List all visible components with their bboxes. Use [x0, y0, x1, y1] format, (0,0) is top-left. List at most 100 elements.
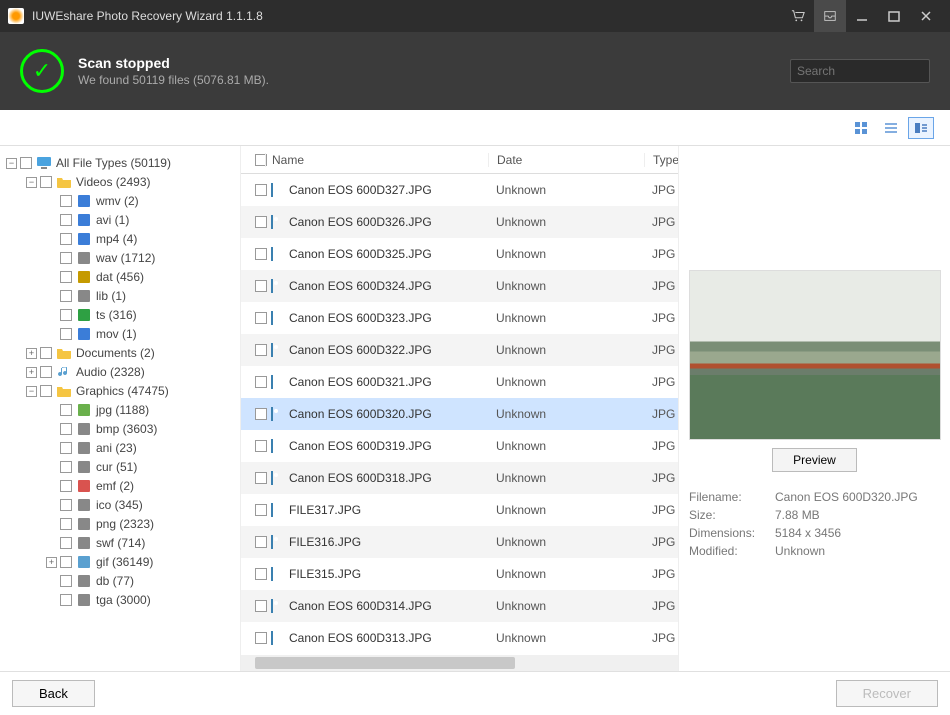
tree-checkbox[interactable] — [40, 385, 52, 397]
file-row[interactable]: Canon EOS 600D318.JPGUnknownJPG — [241, 462, 678, 494]
file-row[interactable]: Canon EOS 600D313.JPGUnknownJPG — [241, 622, 678, 654]
tree-toggle-icon[interactable]: − — [26, 177, 37, 188]
tree-node[interactable]: ts (316) — [4, 306, 236, 324]
tree-node[interactable]: swf (714) — [4, 534, 236, 552]
file-row[interactable]: Canon EOS 600D314.JPGUnknownJPG — [241, 590, 678, 622]
search-box[interactable] — [790, 59, 930, 83]
tree-node[interactable]: emf (2) — [4, 477, 236, 495]
tree-node[interactable]: +gif (36149) — [4, 553, 236, 571]
tree-checkbox[interactable] — [60, 461, 72, 473]
tree-checkbox[interactable] — [40, 347, 52, 359]
horizontal-scrollbar[interactable] — [241, 655, 678, 671]
file-row[interactable]: Canon EOS 600D327.JPGUnknownJPG — [241, 174, 678, 206]
tree-checkbox[interactable] — [60, 594, 72, 606]
col-name[interactable]: Name — [265, 153, 488, 167]
tree-icon — [76, 270, 92, 284]
view-grid-button[interactable] — [848, 117, 874, 139]
tree-checkbox[interactable] — [60, 290, 72, 302]
tree-node[interactable]: cur (51) — [4, 458, 236, 476]
tree-toggle-icon[interactable]: + — [26, 348, 37, 359]
tree-node[interactable]: tga (3000) — [4, 591, 236, 609]
tree-toggle-icon[interactable]: − — [6, 158, 17, 169]
tree-checkbox[interactable] — [60, 328, 72, 340]
file-name: Canon EOS 600D324.JPG — [289, 279, 432, 293]
tree-checkbox[interactable] — [60, 195, 72, 207]
tree-checkbox[interactable] — [40, 366, 52, 378]
maximize-icon[interactable] — [878, 0, 910, 32]
meta-filename-v: Canon EOS 600D320.JPG — [775, 488, 940, 506]
tree-node[interactable]: +Audio (2328) — [4, 363, 236, 381]
file-tree[interactable]: −All File Types (50119)−Videos (2493)wmv… — [0, 146, 240, 671]
tree-checkbox[interactable] — [60, 518, 72, 530]
tree-checkbox[interactable] — [60, 233, 72, 245]
tree-icon — [76, 498, 92, 512]
tree-checkbox[interactable] — [60, 214, 72, 226]
file-row[interactable]: Canon EOS 600D320.JPGUnknownJPG — [241, 398, 678, 430]
file-row[interactable]: FILE315.JPGUnknownJPG — [241, 558, 678, 590]
tree-checkbox[interactable] — [60, 442, 72, 454]
file-row[interactable]: Canon EOS 600D323.JPGUnknownJPG — [241, 302, 678, 334]
tree-checkbox[interactable] — [40, 176, 52, 188]
search-input[interactable] — [797, 64, 950, 78]
tree-node[interactable]: avi (1) — [4, 211, 236, 229]
file-row[interactable]: Canon EOS 600D321.JPGUnknownJPG — [241, 366, 678, 398]
tree-node[interactable]: png (2323) — [4, 515, 236, 533]
tree-checkbox[interactable] — [60, 575, 72, 587]
tree-checkbox[interactable] — [60, 309, 72, 321]
file-name: Canon EOS 600D323.JPG — [289, 311, 432, 325]
tree-node[interactable]: +Documents (2) — [4, 344, 236, 362]
back-button[interactable]: Back — [12, 680, 95, 707]
file-type: JPG — [644, 247, 678, 261]
file-row[interactable]: Canon EOS 600D319.JPGUnknownJPG — [241, 430, 678, 462]
tree-toggle-icon[interactable]: + — [26, 367, 37, 378]
inbox-icon[interactable] — [814, 0, 846, 32]
tree-node[interactable]: wav (1712) — [4, 249, 236, 267]
tree-checkbox[interactable] — [60, 404, 72, 416]
file-name: Canon EOS 600D321.JPG — [289, 375, 432, 389]
recover-button[interactable]: Recover — [836, 680, 938, 707]
preview-button[interactable]: Preview — [772, 448, 857, 472]
tree-checkbox[interactable] — [60, 252, 72, 264]
file-row[interactable]: Canon EOS 600D324.JPGUnknownJPG — [241, 270, 678, 302]
tree-node[interactable]: jpg (1188) — [4, 401, 236, 419]
tree-node[interactable]: ani (23) — [4, 439, 236, 457]
tree-node[interactable]: dat (456) — [4, 268, 236, 286]
file-row[interactable]: FILE316.JPGUnknownJPG — [241, 526, 678, 558]
tree-checkbox[interactable] — [60, 271, 72, 283]
tree-checkbox[interactable] — [60, 423, 72, 435]
tree-node[interactable]: −Videos (2493) — [4, 173, 236, 191]
tree-toggle-icon[interactable]: + — [46, 557, 57, 568]
tree-node[interactable]: lib (1) — [4, 287, 236, 305]
col-type[interactable]: Type — [644, 153, 678, 167]
view-preview-button[interactable] — [908, 117, 934, 139]
file-date: Unknown — [488, 183, 644, 197]
tree-label: jpg (1188) — [96, 403, 149, 417]
view-list-button[interactable] — [878, 117, 904, 139]
tree-node[interactable]: bmp (3603) — [4, 420, 236, 438]
tree-node[interactable]: −Graphics (47475) — [4, 382, 236, 400]
file-row[interactable]: Canon EOS 600D325.JPGUnknownJPG — [241, 238, 678, 270]
tree-node[interactable]: wmv (2) — [4, 192, 236, 210]
tree-node[interactable]: mov (1) — [4, 325, 236, 343]
tree-node[interactable]: −All File Types (50119) — [4, 154, 236, 172]
tree-icon — [56, 346, 72, 360]
tree-node[interactable]: ico (345) — [4, 496, 236, 514]
col-date[interactable]: Date — [488, 153, 644, 167]
tree-node[interactable]: mp4 (4) — [4, 230, 236, 248]
tree-toggle-icon[interactable]: − — [26, 386, 37, 397]
tree-checkbox[interactable] — [20, 157, 32, 169]
tree-checkbox[interactable] — [60, 556, 72, 568]
tree-icon — [76, 555, 92, 569]
cart-icon[interactable] — [782, 0, 814, 32]
tree-checkbox[interactable] — [60, 480, 72, 492]
file-row[interactable]: Canon EOS 600D322.JPGUnknownJPG — [241, 334, 678, 366]
tree-node[interactable]: db (77) — [4, 572, 236, 590]
meta-mod-v: Unknown — [775, 542, 940, 560]
file-row[interactable]: Canon EOS 600D326.JPGUnknownJPG — [241, 206, 678, 238]
tree-checkbox[interactable] — [60, 537, 72, 549]
close-icon[interactable] — [910, 0, 942, 32]
file-row[interactable]: FILE317.JPGUnknownJPG — [241, 494, 678, 526]
tree-checkbox[interactable] — [60, 499, 72, 511]
minimize-icon[interactable] — [846, 0, 878, 32]
tree-label: avi (1) — [96, 213, 129, 227]
